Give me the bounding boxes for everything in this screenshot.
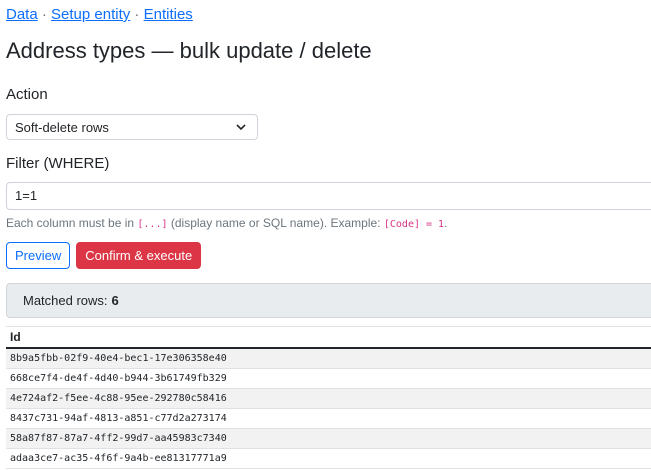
table-row: 8b9a5fbb-02f9-40e4-bec1-17e306358e40 (6, 348, 651, 369)
matched-rows-label: Matched rows: (23, 293, 108, 308)
filter-help-text: Each column must be in [...] (display na… (6, 214, 651, 234)
id-cell: adaa3ce7-ac35-4f6f-9a4b-ee81317771a9 (6, 448, 651, 469)
page-title: Address types — bulk update / delete (6, 38, 372, 63)
filter-input[interactable]: 1=1 (6, 182, 651, 210)
column-header-id: Id (6, 326, 651, 349)
table-row: 4e724af2-f5ee-4c88-95ee-292780c58416 (6, 388, 651, 409)
breadcrumb-separator: · (134, 6, 140, 23)
help-text-part: (display name or SQL name). Example: (170, 216, 381, 230)
id-cell: 8437c731-94af-4813-a851-c77d2a273174 (6, 408, 651, 429)
action-buttons: Preview Confirm & execute (6, 242, 651, 269)
id-cell: 4e724af2-f5ee-4c88-95ee-292780c58416 (6, 388, 651, 409)
matched-rows-count: 6 (111, 293, 119, 308)
preview-button[interactable]: Preview (6, 242, 71, 269)
breadcrumb: Data · Setup entity · Entities (6, 0, 651, 25)
id-cell: 8b9a5fbb-02f9-40e4-bec1-17e306358e40 (6, 348, 651, 369)
breadcrumb-entities[interactable]: Entities (144, 6, 193, 23)
help-code-brackets: [...] (137, 219, 168, 230)
page: Data · Setup entity · Entities Address t… (0, 0, 651, 469)
chevron-down-icon (235, 121, 247, 133)
action-select[interactable]: Soft-delete rows (6, 114, 258, 140)
table-row: 668ce7f4-de4f-4d40-b944-3b61749fb329 (6, 368, 651, 389)
filter-label: Filter (WHERE) (6, 155, 110, 172)
table-row: 8437c731-94af-4813-a851-c77d2a273174 (6, 408, 651, 429)
table-row: adaa3ce7-ac35-4f6f-9a4b-ee81317771a9 (6, 448, 651, 469)
breadcrumb-setup-entity[interactable]: Setup entity (51, 6, 130, 23)
matched-rows-alert: Matched rows: 6 (6, 283, 651, 318)
help-text-part: . (444, 216, 448, 230)
help-text-part: Each column must be in (6, 216, 135, 230)
confirm-execute-button[interactable]: Confirm & execute (76, 242, 202, 269)
action-label: Action (6, 86, 48, 103)
table-row: 58a87f87-87a7-4ff2-99d7-aa45983c7340 (6, 428, 651, 449)
id-cell: 58a87f87-87a7-4ff2-99d7-aa45983c7340 (6, 428, 651, 449)
action-select-value: Soft-delete rows (15, 119, 109, 135)
breadcrumb-separator: · (41, 6, 47, 23)
help-code-example: [Code] = 1 (383, 219, 445, 230)
id-cell: 668ce7f4-de4f-4d40-b944-3b61749fb329 (6, 368, 651, 389)
results-table: Id 8b9a5fbb-02f9-40e4-bec1-17e306358e40 … (6, 326, 651, 469)
breadcrumb-data[interactable]: Data (6, 6, 38, 23)
